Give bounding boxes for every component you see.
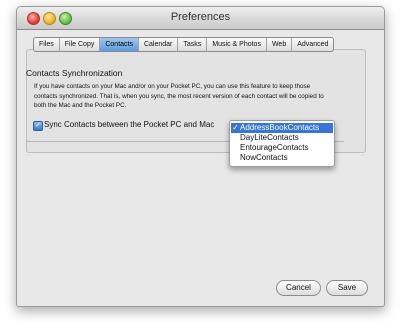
cancel-button[interactable]: Cancel bbox=[276, 280, 321, 296]
window-title: Preferences bbox=[170, 11, 231, 23]
dropdown-option-addressbook[interactable]: ✓AddressBookContacts bbox=[231, 123, 333, 133]
dropdown-option-entourage[interactable]: EntourageContacts bbox=[231, 143, 333, 153]
contacts-source-dropdown[interactable]: ✓AddressBookContacts DayLiteContacts Ent… bbox=[229, 120, 335, 167]
tab-file-copy[interactable]: File Copy bbox=[60, 38, 101, 51]
preferences-tabbar: Files File Copy Contacts Calendar Tasks … bbox=[33, 37, 335, 52]
tab-files[interactable]: Files bbox=[34, 38, 60, 51]
option-label: AddressBookContacts bbox=[240, 123, 320, 132]
sync-contacts-checkbox[interactable]: ✓ bbox=[33, 121, 43, 131]
option-label: NowContacts bbox=[240, 153, 288, 162]
section-title: Contacts Synchronization bbox=[26, 68, 123, 78]
checkmark-icon: ✓ bbox=[232, 123, 239, 132]
tab-music-photos[interactable]: Music & Photos bbox=[207, 38, 267, 51]
save-button[interactable]: Save bbox=[326, 280, 368, 296]
tab-contacts[interactable]: Contacts bbox=[100, 38, 139, 51]
tab-web[interactable]: Web bbox=[267, 38, 293, 51]
sync-contacts-label[interactable]: Sync Contacts between the Pocket PC and … bbox=[44, 120, 214, 129]
dropdown-option-daylite[interactable]: DayLiteContacts bbox=[231, 133, 333, 143]
option-label: EntourageContacts bbox=[240, 143, 309, 152]
title-bar: Preferences bbox=[17, 7, 384, 30]
dropdown-option-now[interactable]: NowContacts bbox=[231, 153, 333, 163]
sync-description: If you have contacts on your Mac and/or … bbox=[34, 83, 324, 110]
option-label: DayLiteContacts bbox=[240, 133, 299, 142]
tab-tasks[interactable]: Tasks bbox=[178, 38, 208, 51]
tab-calendar[interactable]: Calendar bbox=[139, 38, 179, 51]
tab-advanced[interactable]: Advanced bbox=[292, 38, 333, 51]
